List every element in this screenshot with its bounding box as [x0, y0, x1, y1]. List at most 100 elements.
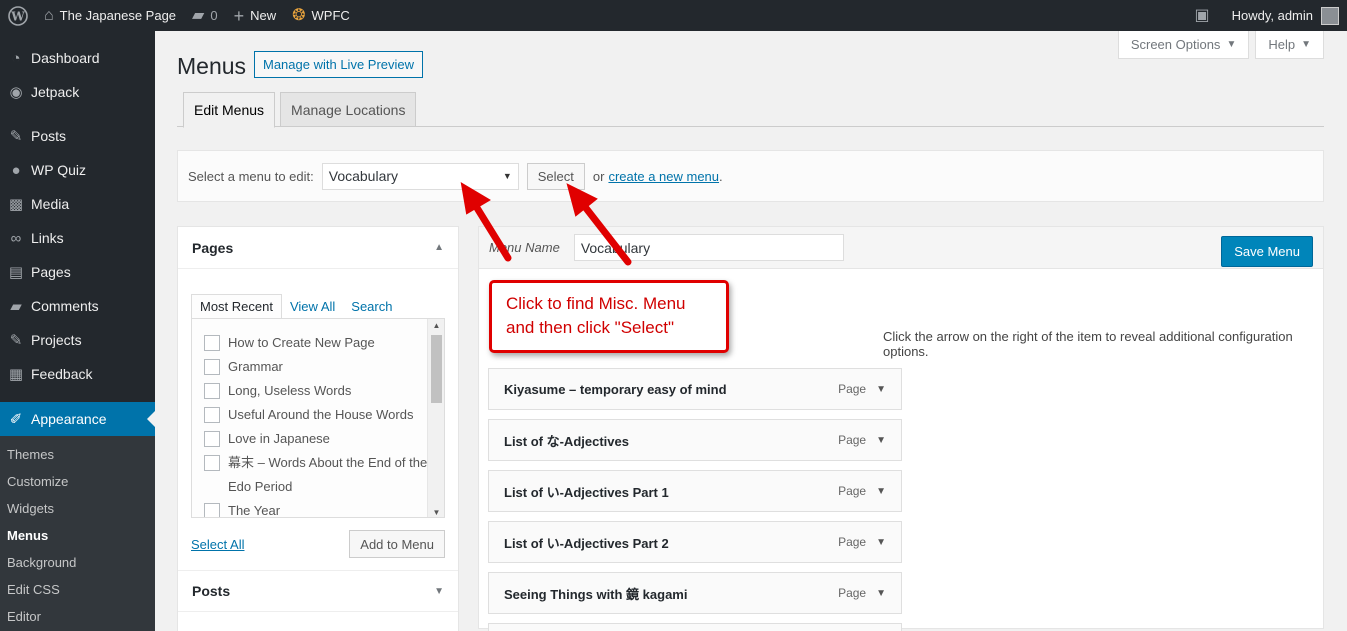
- scrollbar-thumb[interactable]: [431, 335, 442, 403]
- comment-bubble-icon: ▰: [192, 6, 205, 24]
- callout-line-2: and then click "Select": [506, 318, 674, 337]
- checklist-scrollbar[interactable]: ▲ ▼: [427, 319, 444, 517]
- help-button[interactable]: Help ▼: [1255, 31, 1324, 59]
- sidebar-item-posts[interactable]: ✎ Posts: [0, 119, 155, 153]
- menu-item[interactable]: List of い-Adjectives Part 1 Page ▼: [488, 470, 902, 512]
- sidebar-item-dashboard[interactable]: ◔ Dashboard: [0, 41, 155, 75]
- pin-icon: ✎: [9, 332, 23, 349]
- checkbox[interactable]: [204, 503, 220, 517]
- new-content-link[interactable]: + New: [226, 0, 285, 31]
- list-item[interactable]: Useful Around the House Words: [204, 403, 444, 427]
- link-icon: ∞: [10, 229, 22, 247]
- wordpress-logo-icon[interactable]: W: [0, 0, 36, 31]
- create-new-menu-link[interactable]: create a new menu: [608, 169, 719, 184]
- item-expand-arrow-icon[interactable]: ▼: [876, 537, 886, 548]
- checkbox[interactable]: [204, 407, 220, 423]
- list-item-label: How to Create New Page: [228, 335, 375, 350]
- chevron-down-icon: ▼: [502, 171, 512, 181]
- sidebar-item-comments[interactable]: ▰ Comments: [0, 289, 155, 323]
- submenu-themes[interactable]: Themes: [0, 441, 155, 468]
- submenu-widgets[interactable]: Widgets: [0, 495, 155, 522]
- sidebar-item-wp-quiz[interactable]: ● WP Quiz: [0, 153, 155, 187]
- item-expand-arrow-icon[interactable]: ▼: [876, 435, 886, 446]
- menu-item[interactable]: Kiyasume – temporary easy of mind Page ▼: [488, 368, 902, 410]
- tab-manage-locations[interactable]: Manage Locations: [280, 92, 417, 127]
- menu-editor-header: Menu Name Vocabulary Save Menu: [478, 226, 1324, 269]
- tab-most-recent[interactable]: Most Recent: [191, 294, 282, 319]
- select-menu-label: Select a menu to edit:: [188, 168, 314, 184]
- list-item[interactable]: Long, Useless Words: [204, 379, 444, 403]
- scroll-down-icon[interactable]: ▼: [428, 508, 444, 517]
- callout-line-1: Click to find Misc. Menu: [506, 294, 686, 313]
- my-account-link[interactable]: Howdy, admin: [1224, 0, 1347, 31]
- tab-search[interactable]: Search: [343, 294, 400, 319]
- item-expand-arrow-icon[interactable]: ▼: [876, 486, 886, 497]
- submenu-edit-css[interactable]: Edit CSS: [0, 576, 155, 603]
- sidebar-item-links[interactable]: ∞ Links: [0, 221, 155, 255]
- menu-name-label: Menu Name: [489, 240, 560, 255]
- menu-item-title: List of い-Adjectives Part 2: [504, 535, 669, 551]
- notification-icon: ▣: [1194, 6, 1210, 24]
- menu-select-dropdown[interactable]: Vocabulary ▼: [321, 162, 519, 190]
- sidebar-item-media[interactable]: ▩ Media: [0, 187, 155, 221]
- pages-accordion-header[interactable]: Pages ▲: [178, 227, 458, 269]
- posts-box-title: Posts: [192, 583, 231, 599]
- scroll-up-icon[interactable]: ▲: [428, 321, 444, 330]
- tab-view-all[interactable]: View All: [282, 294, 343, 319]
- sidebar-item-feedback[interactable]: ▦ Feedback: [0, 357, 155, 391]
- sidebar-item-label: Comments: [31, 298, 99, 314]
- sidebar-item-label: Posts: [31, 128, 67, 144]
- checkbox[interactable]: [204, 455, 220, 471]
- screen-options-label: Screen Options: [1130, 37, 1221, 52]
- menu-item[interactable]: List of い-Adjectives Part 2 Page ▼: [488, 521, 902, 563]
- menu-items-list: Kiyasume – temporary easy of mind Page ▼ L…: [488, 368, 902, 631]
- menu-item[interactable]: Seeing Things with 鏡 kagami Page ▼: [488, 572, 902, 614]
- posts-accordion-header[interactable]: Posts ▼: [178, 570, 458, 612]
- select-all-link[interactable]: Select All: [191, 537, 244, 552]
- site-name-link[interactable]: ⌂ The Japanese Page: [36, 0, 184, 31]
- checkbox[interactable]: [204, 359, 220, 375]
- pages-checklist: How to Create New Page Grammar Long, Use…: [191, 318, 445, 518]
- submenu-editor[interactable]: Editor: [0, 603, 155, 630]
- notification-link[interactable]: ▣: [1186, 0, 1223, 31]
- pages-box-body: Most Recent View All Search How to Creat…: [178, 269, 458, 570]
- select-button[interactable]: Select: [526, 162, 585, 190]
- sidebar-item-appearance[interactable]: ✐ Appearance: [0, 402, 155, 436]
- sidebar-item-projects[interactable]: ✎ Projects: [0, 323, 155, 357]
- sidebar-item-label: Media: [31, 196, 70, 212]
- menu-name-input[interactable]: Vocabulary: [573, 234, 844, 261]
- live-preview-button[interactable]: Manage with Live Preview: [254, 51, 424, 78]
- sidebar-item-jetpack[interactable]: ◉ Jetpack: [0, 75, 155, 109]
- svg-text:W: W: [10, 9, 25, 23]
- submenu-customize[interactable]: Customize: [0, 468, 155, 495]
- submenu-menus[interactable]: Menus: [0, 522, 155, 549]
- comment-icon: ▰: [10, 298, 22, 315]
- checkbox[interactable]: [204, 383, 220, 399]
- sidebar-item-label: Projects: [31, 332, 82, 348]
- comments-link[interactable]: ▰ 0: [184, 0, 226, 31]
- jetpack-icon: ◉: [9, 84, 23, 101]
- or-text: or: [592, 168, 605, 184]
- menu-item[interactable]: List of な-Adjectives Page ▼: [488, 419, 902, 461]
- tab-edit-menus[interactable]: Edit Menus: [183, 92, 276, 128]
- wpfc-link[interactable]: ❂ WPFC: [284, 0, 358, 31]
- sidebar-item-pages[interactable]: ▤ Pages: [0, 255, 155, 289]
- list-item[interactable]: How to Create New Page: [204, 331, 444, 355]
- list-item[interactable]: 幕末 – Words About the End of the Edo Peri…: [204, 451, 444, 499]
- save-menu-button[interactable]: Save Menu: [1221, 236, 1313, 267]
- menu-item-type: Page: [838, 484, 867, 498]
- avatar: [1321, 6, 1339, 25]
- list-item[interactable]: Grammar: [204, 355, 444, 379]
- item-expand-arrow-icon[interactable]: ▼: [876, 588, 886, 599]
- checkbox[interactable]: [204, 431, 220, 447]
- add-to-menu-button[interactable]: Add to Menu: [349, 530, 445, 558]
- item-expand-arrow-icon[interactable]: ▼: [876, 384, 886, 395]
- main-content: Screen Options ▼ Help ▼ Menus Manage with …: [155, 31, 1347, 631]
- submenu-background[interactable]: Background: [0, 549, 155, 576]
- menu-item[interactable]: [488, 623, 902, 631]
- list-item[interactable]: The Year: [204, 499, 444, 517]
- pages-tabs: Most Recent View All Search: [191, 294, 445, 319]
- checkbox[interactable]: [204, 335, 220, 351]
- screen-options-button[interactable]: Screen Options ▼: [1117, 31, 1250, 59]
- list-item[interactable]: Love in Japanese: [204, 427, 444, 451]
